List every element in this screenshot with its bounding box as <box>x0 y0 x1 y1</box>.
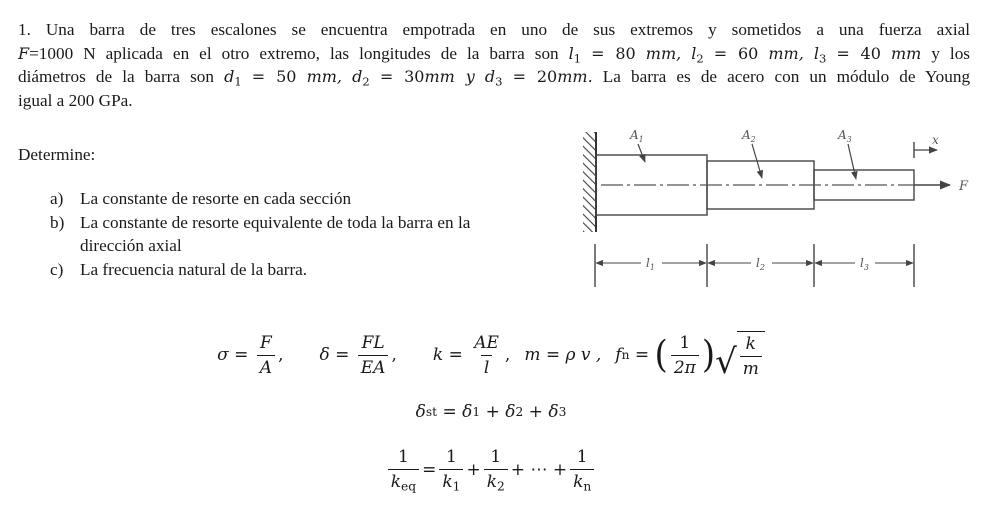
task-label: c) <box>50 259 64 279</box>
formula-mass: m = ρ v , <box>524 345 602 365</box>
determine-heading: Determine: <box>18 145 96 164</box>
d1-unit: mm, <box>306 67 343 86</box>
area-label-2: A2 <box>741 128 756 144</box>
force-symbol: F <box>18 43 30 63</box>
task-item-c: c) La frecuencia natural de la barra. <box>50 258 560 282</box>
l3-expression: l3 <box>813 43 827 65</box>
d2-expression: d2 <box>352 67 370 89</box>
problem-text-2-end: y los <box>931 43 970 63</box>
l1-value: = 80 <box>591 43 636 63</box>
formula-natural-frequency: fn = (1 2π) √ k m <box>615 331 765 379</box>
task-text: La constante de resorte equivalente de t… <box>80 212 471 232</box>
x-axis-label: x <box>932 133 939 147</box>
problem-text-1: Una barra de tres escalones se encuentra… <box>45 20 970 39</box>
d2-value: = 30 <box>379 67 425 86</box>
formula-stress: σ = FA, <box>217 332 284 378</box>
stepped-bar-diagram: F x A1 A2 A3 l1 l2 l3 <box>583 128 969 287</box>
problem-statement: 1. Una barra de tres escalones se encuen… <box>18 18 970 112</box>
d3-unit: mm. <box>557 67 593 86</box>
task-item-a: a) La constante de resorte en cada secci… <box>50 187 560 211</box>
formula-spring-constant: k = AE l, <box>432 332 511 378</box>
d3-expression: d3 <box>484 67 503 89</box>
task-text: La frecuencia natural de la barra. <box>80 259 308 279</box>
problem-text-3-end: La barra es de acero con un módulo de Yo… <box>602 67 971 86</box>
formula-row-basic: σ = FA, δ = FL EA, k = AE l, m = ρ v , fn … <box>0 320 982 390</box>
d1-value: = 50 <box>251 67 297 86</box>
task-list: a) La constante de resorte en cada secci… <box>50 187 560 281</box>
formula-deformation: δ = FL EA, <box>319 332 397 378</box>
area-label-1: A1 <box>629 128 644 144</box>
problem-line-4: igual a 200 GPa. <box>18 90 133 110</box>
problem-number: 1. <box>18 20 31 39</box>
l1-unit: mm, <box>645 43 682 63</box>
task-item-b: b) La constante de resorte equivalente d… <box>50 211 560 258</box>
formula-equivalent-stiffness: 1 keq = 1 k1 + 1 k2 + ⋯ + 1 kn <box>0 437 982 502</box>
task-label: b) <box>50 212 65 232</box>
length-label-3: l3 <box>860 256 869 272</box>
l2-unit: mm, <box>768 43 804 63</box>
l1-expression: l1 <box>568 43 582 65</box>
force-label: F <box>958 179 969 194</box>
l2-expression: l2 <box>691 43 704 65</box>
problem-line-2: F=1000 N aplicada en el otro extremo, la… <box>18 42 970 66</box>
problem-line-3: diámetros de la barra son d1 = 50 mm, d2… <box>18 65 970 89</box>
l3-value: = 40 <box>836 43 881 63</box>
task-label: a) <box>50 189 64 208</box>
problem-text-2: =1000 N aplicada en el otro extremo, las… <box>29 43 559 63</box>
length-label-2: l2 <box>756 256 765 272</box>
length-label-1: l1 <box>646 256 655 272</box>
d1-expression: d1 <box>224 67 242 89</box>
d2-unit: mm y <box>424 67 475 86</box>
task-text-continued: dirección axial <box>80 236 182 255</box>
l2-value: = 60 <box>713 43 759 63</box>
d3-value: = 20 <box>512 67 558 86</box>
area-pointer-3 <box>847 143 858 180</box>
fixed-wall-hatch <box>583 132 596 232</box>
l3-unit: mm <box>890 43 922 63</box>
area-label-3: A3 <box>837 128 852 144</box>
area-pointer-1 <box>637 143 646 163</box>
problem-line-1: 1. Una barra de tres escalones se encuen… <box>18 18 970 42</box>
formula-static-deflection: δ st = δ1 + δ2 + δ3 <box>415 402 567 422</box>
problem-text-3: diámetros de la barra son <box>18 67 214 86</box>
task-text: La constante de resorte en cada sección <box>80 189 352 208</box>
